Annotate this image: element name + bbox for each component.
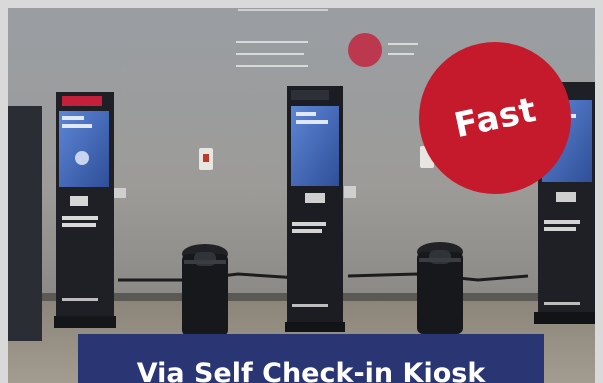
fast-badge-label: Fast: [450, 89, 540, 147]
door: [8, 106, 42, 341]
caption-text: Via Self Check-in Kiosk: [136, 358, 486, 383]
kiosk-icon: [285, 86, 345, 332]
trash-bin-icon: [182, 244, 228, 336]
fast-badge: Fast: [419, 42, 571, 194]
trash-bin-icon: [417, 242, 463, 334]
caption-banner: Via Self Check-in Kiosk: [78, 334, 544, 383]
page-frame: Fast Via Self Check-in Kiosk: [0, 0, 603, 383]
kiosk-icon: [54, 92, 116, 328]
